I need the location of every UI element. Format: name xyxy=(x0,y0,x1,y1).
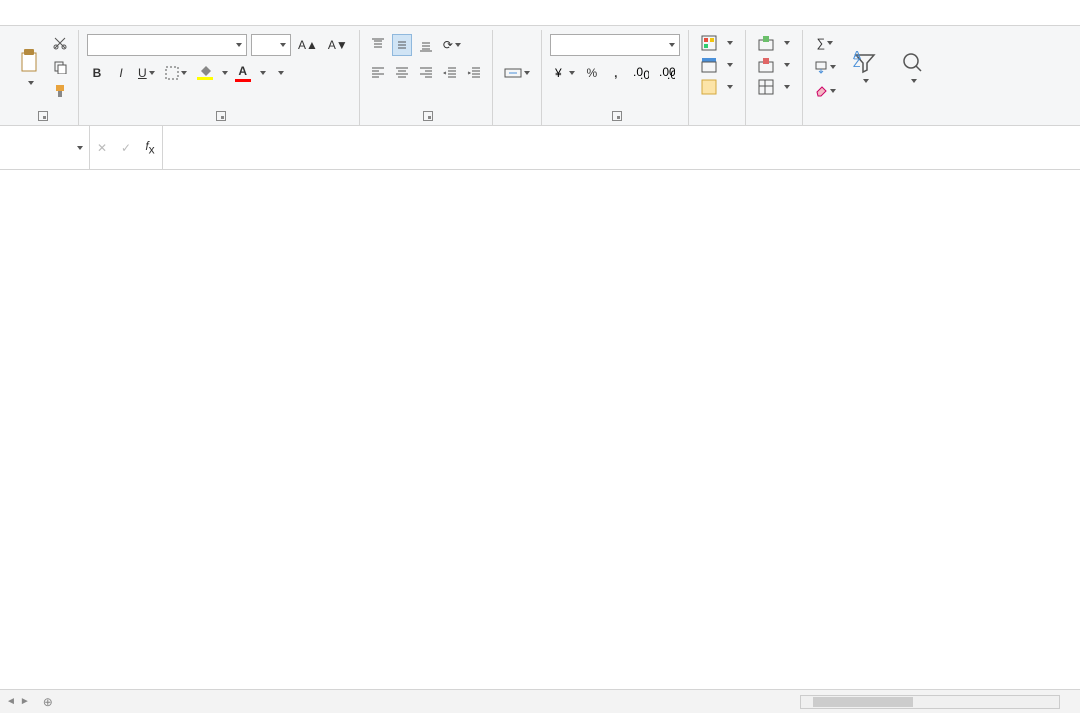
ribbon-group-cells xyxy=(748,30,803,125)
format-painter-button[interactable] xyxy=(50,80,70,102)
find-select-button[interactable] xyxy=(891,32,935,102)
ribbon-group-alignment: ⟳ xyxy=(362,30,493,125)
ribbon-group-editing: ∑ AZ xyxy=(805,30,943,125)
delete-icon xyxy=(758,57,774,73)
decrease-font-button[interactable]: A▼ xyxy=(325,34,351,56)
clipboard-dialog-launcher[interactable] xyxy=(38,111,48,121)
align-bottom-button[interactable] xyxy=(416,34,436,56)
table-format-button[interactable] xyxy=(697,54,737,76)
table-format-icon xyxy=(701,57,717,73)
cell-style-icon xyxy=(701,79,717,95)
format-icon xyxy=(758,79,774,95)
copy-icon xyxy=(53,60,67,74)
svg-text:.0: .0 xyxy=(667,68,675,80)
ribbon-group-font: A▲ A▼ B I U A xyxy=(81,30,360,125)
ribbon: A▲ A▼ B I U A ⟳ xyxy=(0,26,1080,126)
increase-font-button[interactable]: A▲ xyxy=(295,34,321,56)
italic-button[interactable]: I xyxy=(111,62,131,84)
svg-text:.00: .00 xyxy=(640,68,649,80)
number-format-select[interactable] xyxy=(550,34,680,56)
paste-button[interactable] xyxy=(12,32,48,102)
ribbon-group-clipboard xyxy=(6,30,79,125)
fill-color-button[interactable] xyxy=(194,62,216,84)
delete-cells-button[interactable] xyxy=(754,54,794,76)
formula-input[interactable] xyxy=(162,126,1080,169)
decrease-indent-button[interactable] xyxy=(440,62,460,84)
increase-indent-button[interactable] xyxy=(464,62,484,84)
phonetic-guide-button[interactable] xyxy=(270,62,290,84)
horizontal-scrollbar[interactable] xyxy=(800,695,1060,709)
clear-button[interactable] xyxy=(811,80,839,102)
funnel-icon: AZ xyxy=(853,51,877,75)
cancel-formula-button[interactable]: ✕ xyxy=(90,141,114,155)
paste-icon xyxy=(18,49,42,77)
ribbon-group-number: ¥ % , .0.00 .00.0 xyxy=(544,30,689,125)
ribbon-group-wrap: x xyxy=(495,30,542,125)
add-sheet-button[interactable]: ⊕ xyxy=(36,695,60,709)
cut-button[interactable] xyxy=(50,32,70,54)
eraser-icon xyxy=(814,84,828,98)
magnifier-icon xyxy=(901,51,925,75)
border-button[interactable] xyxy=(162,62,190,84)
enter-formula-button[interactable]: ✓ xyxy=(114,141,138,155)
tab-nav[interactable]: ◄► xyxy=(0,696,36,707)
fill-down-icon xyxy=(814,60,828,74)
fill-button[interactable] xyxy=(811,56,839,78)
font-color-button[interactable]: A xyxy=(232,62,254,84)
font-dialog-launcher[interactable] xyxy=(216,111,226,121)
menu-bar xyxy=(0,0,1080,26)
sort-filter-button[interactable]: AZ xyxy=(843,32,887,102)
autosum-button[interactable]: ∑ xyxy=(811,32,839,54)
copy-button[interactable] xyxy=(50,56,70,78)
wrap-text-button[interactable] xyxy=(501,34,521,56)
merge-icon xyxy=(504,66,522,80)
accounting-format-button[interactable]: ¥ xyxy=(550,62,578,84)
svg-text:¥: ¥ xyxy=(554,66,562,80)
insert-cells-button[interactable] xyxy=(754,32,794,54)
percent-button[interactable]: % xyxy=(582,62,602,84)
sheet-tab-strip: ◄► ⊕ xyxy=(0,689,1080,713)
cond-format-icon xyxy=(701,35,717,51)
align-left-button[interactable] xyxy=(368,62,388,84)
fx-button[interactable]: fx xyxy=(138,139,162,156)
border-icon xyxy=(165,66,179,80)
number-dialog-launcher[interactable] xyxy=(612,111,622,121)
comma-button[interactable]: , xyxy=(606,62,626,84)
cell-styles-button[interactable] xyxy=(697,76,737,98)
merge-button[interactable] xyxy=(501,62,533,84)
align-right-button[interactable] xyxy=(416,62,436,84)
decrease-decimal-button[interactable]: .00.0 xyxy=(656,62,678,84)
name-box[interactable] xyxy=(0,126,90,169)
ribbon-group-styles xyxy=(691,30,746,125)
underline-button[interactable]: U xyxy=(135,62,158,84)
formula-bar-row: ✕ ✓ fx xyxy=(0,126,1080,170)
increase-decimal-button[interactable]: .0.00 xyxy=(630,62,652,84)
font-name-select[interactable] xyxy=(87,34,247,56)
scissors-icon xyxy=(53,36,67,50)
spreadsheet-grid[interactable] xyxy=(0,170,1080,689)
align-middle-button[interactable] xyxy=(392,34,412,56)
align-center-button[interactable] xyxy=(392,62,412,84)
font-size-select[interactable] xyxy=(251,34,291,56)
format-cells-button[interactable] xyxy=(754,76,794,98)
align-top-button[interactable] xyxy=(368,34,388,56)
align-dialog-launcher[interactable] xyxy=(423,111,433,121)
brush-icon xyxy=(53,84,67,98)
conditional-format-button[interactable] xyxy=(697,32,737,54)
svg-text:Z: Z xyxy=(853,56,860,70)
bold-button[interactable]: B xyxy=(87,62,107,84)
bucket-icon xyxy=(198,66,212,76)
insert-icon xyxy=(758,35,774,51)
orientation-button[interactable]: ⟳ xyxy=(440,34,464,56)
currency-icon: ¥ xyxy=(553,66,567,80)
